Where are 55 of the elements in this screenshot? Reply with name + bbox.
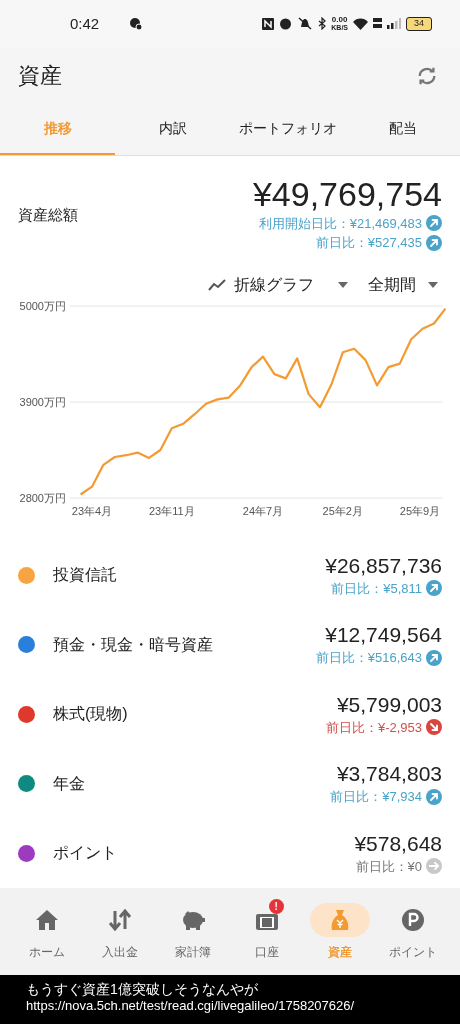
nfc-icon — [262, 17, 275, 30]
muted-bell-icon — [297, 17, 314, 31]
category-amount: ¥26,857,736 — [325, 552, 442, 579]
chart-type-dropdown[interactable]: 折線グラフ — [208, 272, 348, 297]
total-label: 資産総額 — [18, 204, 78, 225]
change-text: 前日比：¥-2,953 — [325, 718, 422, 737]
tab[interactable]: ポートフォリオ — [230, 104, 345, 155]
page-title: 資産 — [18, 62, 62, 91]
nav-item[interactable]: 入出金 — [83, 902, 157, 961]
caption-text: もうすぐ資産1億突破しそうなんやが — [26, 981, 259, 999]
category-name: 投資信託 — [53, 565, 118, 586]
y-axis-label: 5000万円 — [19, 299, 66, 312]
alert-badge: ! — [268, 898, 284, 914]
category-name: 株式(現物) — [53, 704, 129, 725]
change-text: 前日比：¥7,934 — [330, 788, 422, 807]
wifi-icon — [353, 17, 368, 30]
points-icon — [401, 907, 426, 932]
tab[interactable]: 配当 — [345, 104, 460, 155]
line-chart-icon — [208, 278, 226, 291]
change-text: 前日比：¥0 — [355, 857, 422, 876]
nav-item[interactable]: ポイント — [376, 902, 450, 961]
y-axis-label: 2800万円 — [19, 491, 66, 504]
category-name: 預金・現金・暗号資産 — [53, 634, 214, 655]
nav-item[interactable]: ホーム — [10, 902, 84, 961]
nav-item[interactable]: 家計簿 — [156, 902, 230, 961]
change-text: 前日比：¥527,435 — [315, 234, 422, 253]
category-amount: ¥5,799,003 — [336, 691, 442, 718]
battery-indicator: 34 — [406, 16, 432, 31]
category-name: ポイント — [53, 843, 118, 864]
money-bag-icon — [329, 908, 350, 931]
network-speed: 0.00 — [331, 16, 348, 25]
x-axis-label: 25年2月 — [322, 504, 363, 517]
category-amount: ¥578,648 — [354, 830, 442, 857]
caption-url: https://nova.5ch.net/test/read.cgi/livegalileo/1758207626/ — [26, 998, 356, 1015]
change-text: 利用開始日比：¥21,469,483 — [258, 214, 422, 233]
category-amount: ¥12,749,564 — [325, 622, 442, 649]
category-name: 年金 — [53, 773, 86, 794]
up-down-arrows-icon — [108, 908, 132, 931]
dropdown-caret-icon — [428, 281, 438, 288]
signal-icon — [387, 18, 401, 30]
tab[interactable]: 内訳 — [115, 104, 230, 155]
x-axis-label: 23年4月 — [71, 504, 113, 517]
category-amount: ¥3,784,803 — [336, 761, 442, 788]
x-axis-label: 24年7月 — [242, 504, 284, 517]
x-axis-label: 23年11月 — [148, 504, 195, 517]
dropdown-caret-icon — [338, 281, 348, 288]
change-text: 前日比：¥516,643 — [315, 649, 422, 668]
y-axis-label: 3900万円 — [19, 395, 66, 408]
total-amount: ¥49,769,754 — [252, 173, 442, 214]
bluetooth-icon — [318, 17, 327, 31]
status-time: 0:42 — [70, 13, 100, 34]
home-icon — [34, 908, 59, 931]
x-axis-label: 25年9月 — [399, 504, 441, 517]
period-dropdown[interactable]: 全期間 — [368, 272, 438, 297]
change-text: 前日比：¥5,811 — [331, 579, 422, 598]
